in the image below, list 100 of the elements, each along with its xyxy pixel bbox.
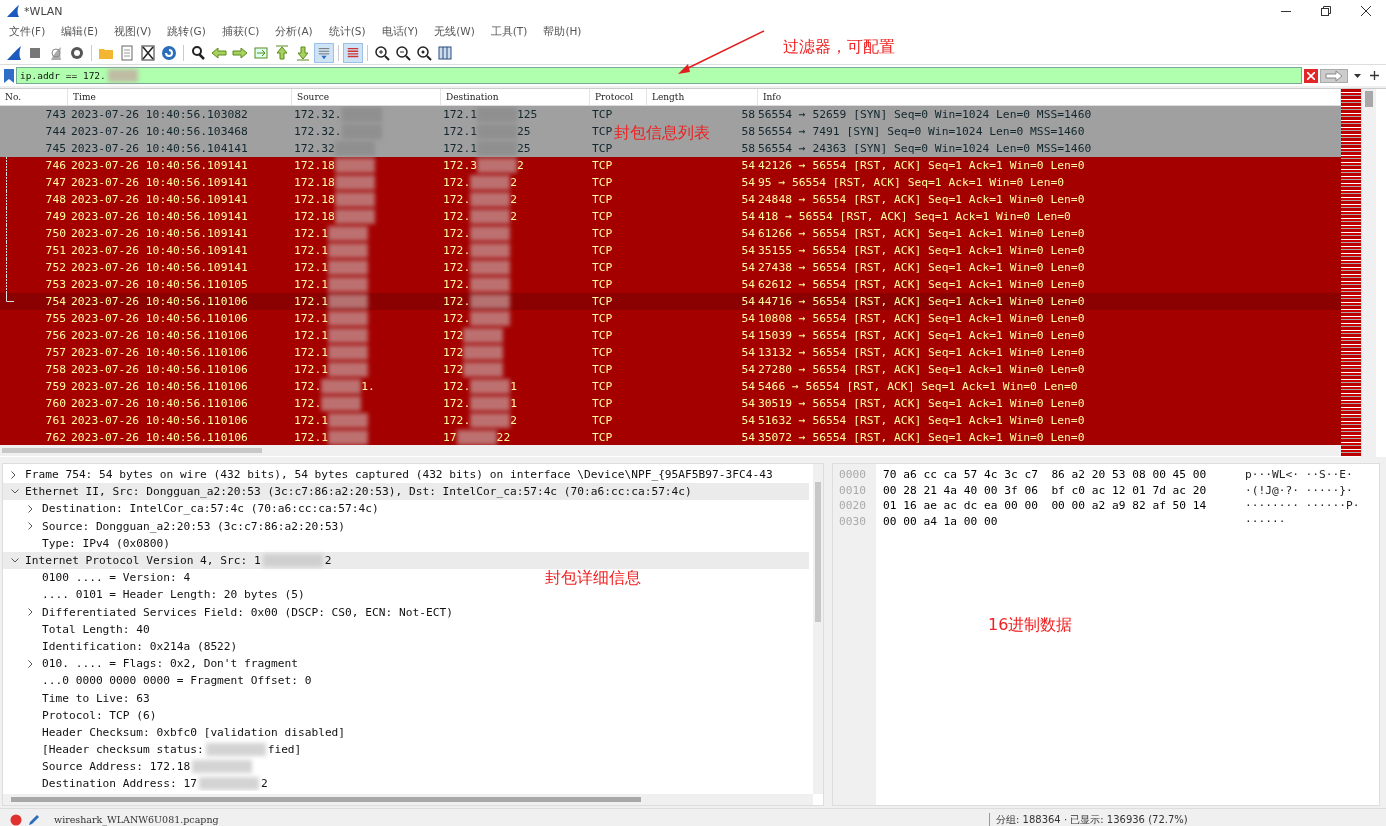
menu-item[interactable]: 工具(T) xyxy=(485,24,533,39)
edit-icon[interactable] xyxy=(28,813,40,826)
column-header[interactable]: Time xyxy=(68,89,292,105)
packet-row[interactable]: 743 2023-07-26 10:40:56.103082 172.32. 172.1 125 TCP 58 56554 → 52659 [SYN] Seq=0 Win=1024 Len=0 MSS=1460 xyxy=(0,106,1341,123)
detail-field[interactable]: Differentiated Services Field: 0x00 (DSCP: CS0, ECN: Not-ECT) xyxy=(42,605,453,619)
source-address: 172.32. xyxy=(294,124,342,140)
menu-item[interactable]: 跳转(G) xyxy=(162,24,211,39)
destination-address: 172. xyxy=(443,379,471,395)
packet-time: 2023-07-26 10:40:56.110106 xyxy=(70,345,249,361)
expanded-chevron-icon[interactable] xyxy=(11,558,19,564)
packet-row[interactable]: 761 2023-07-26 10:40:56.110106 172.1 172. 2 TCP 54 51632 → 56554 [RST, ACK] Seq=1 Ack=1 Win=0 Len=0 xyxy=(0,412,1341,429)
hex-bytes: 00 00 a4 1a 00 00 xyxy=(883,513,999,529)
detail-field[interactable]: Destination Address: 17 xyxy=(42,777,197,791)
collapsed-chevron-icon[interactable] xyxy=(28,522,33,531)
expanded-chevron-icon[interactable] xyxy=(11,489,19,495)
vertical-scrollbar[interactable] xyxy=(813,464,823,794)
detail-field[interactable]: Time to Live: 63 xyxy=(42,691,150,705)
packet-row[interactable]: 746 2023-07-26 10:40:56.109141 172.18 172.3 2 TCP 54 42126 → 56554 [RST, ACK] Seq=1 Ack=1 Win=0 Len=0 xyxy=(0,157,1341,174)
detail-field[interactable]: Frame 754: 54 bytes on wire (432 bits), 54 bytes captured (432 bits) on interface \Device\NPF_{95AF5B97-3FC4-43 xyxy=(25,468,773,482)
length-cell-text: 54 xyxy=(741,277,755,293)
info-cell-text: 10808 → 56554 [RST, ACK] Seq=1 Ack=1 Win=0 Len=0 xyxy=(758,311,1086,327)
capture-status-icon[interactable] xyxy=(10,813,22,826)
detail-field[interactable]: Type: IPv4 (0x0800) xyxy=(42,536,170,550)
hex-bytes: 70 a6 cc ca 57 4c 3c c7 86 a2 20 53 08 00 45 00 xyxy=(883,467,1208,483)
packet-row[interactable]: 757 2023-07-26 10:40:56.110106 172.1 172 TCP 54 13132 → 56554 [RST, ACK] Seq=1 Ack=1 Win=0 Len=0 xyxy=(0,344,1341,361)
packet-row[interactable]: 749 2023-07-26 10:40:56.109141 172.18 172. 2 TCP 54 418 → 56554 [RST, ACK] Seq=1 Ack=1 Win=0 Len=0 xyxy=(0,208,1341,225)
bookmark-icon[interactable] xyxy=(4,68,14,83)
menu-item[interactable]: 分析(A) xyxy=(270,24,318,39)
source-address: 172.1 xyxy=(294,243,328,259)
protocol-cell: TCP xyxy=(592,346,613,359)
detail-field[interactable]: Protocol: TCP (6) xyxy=(42,708,157,722)
destination-address: 172. xyxy=(443,175,471,191)
detail-field[interactable]: Source: Dongguan_a2:20:53 (3c:c7:86:a2:20:53) xyxy=(42,519,346,533)
horizontal-scrollbar[interactable] xyxy=(0,445,1341,456)
packet-time: 2023-07-26 10:40:56.110106 xyxy=(70,379,249,395)
menu-item[interactable]: 视图(V) xyxy=(109,24,157,39)
packet-row[interactable]: 745 2023-07-26 10:40:56.104141 172.32 172.1 25 TCP 58 56554 → 24363 [SYN] Seq=0 Win=1024 Len=0 MSS=1460 xyxy=(0,140,1341,157)
length-cell-text: 54 xyxy=(741,260,755,276)
collapsed-chevron-icon[interactable] xyxy=(28,608,33,617)
horizontal-scrollbar[interactable] xyxy=(3,794,813,805)
length-cell-text: 54 xyxy=(741,192,755,208)
menu-item[interactable]: 编辑(E) xyxy=(56,24,104,39)
ascii-bytes: ········ ······P· xyxy=(1245,498,1360,514)
packet-row[interactable]: 756 2023-07-26 10:40:56.110106 172.1 172 TCP 54 15039 → 56554 [RST, ACK] Seq=1 Ack=1 Win=0 Len=0 xyxy=(0,327,1341,344)
collapsed-chevron-icon[interactable] xyxy=(11,470,16,479)
detail-field[interactable]: Identification: 0x214a (8522) xyxy=(42,639,238,653)
packet-row[interactable]: 755 2023-07-26 10:40:56.110106 172.1 172. TCP 54 10808 → 56554 [RST, ACK] Seq=1 Ack=1 Win=0 Len=0 xyxy=(0,310,1341,327)
menu-item[interactable]: 电话(Y) xyxy=(376,24,424,39)
close-file-icon[interactable] xyxy=(138,42,158,63)
menu-item[interactable]: 捕获(C) xyxy=(216,24,265,39)
packet-row[interactable]: 747 2023-07-26 10:40:56.109141 172.18 172. 2 TCP 54 95 → 56554 [RST, ACK] Seq=1 Ack=1 Win=0 Len=0 xyxy=(0,174,1341,191)
clear-filter-button[interactable] xyxy=(1304,68,1318,83)
protocol-cell: TCP xyxy=(592,278,613,291)
detail-field[interactable]: Internet Protocol Version 4, Src: 1 xyxy=(25,554,261,568)
packet-row[interactable]: 750 2023-07-26 10:40:56.109141 172.1 172. TCP 54 61266 → 56554 [RST, ACK] Seq=1 Ack=1 Win=0 Len=0 xyxy=(0,225,1341,242)
detail-field[interactable]: 2 xyxy=(324,554,332,568)
detail-field[interactable]: 010. .... = Flags: 0x2, Don't fragment xyxy=(42,657,298,671)
colorize-icon[interactable] xyxy=(343,42,363,63)
length-cell-text: 54 xyxy=(741,362,755,378)
menu-item[interactable]: 文件(F) xyxy=(4,24,51,39)
detail-field[interactable]: [Header checksum status: xyxy=(42,743,204,757)
packet-row[interactable]: 748 2023-07-26 10:40:56.109141 172.18 172. 2 TCP 54 24848 → 56554 [RST, ACK] Seq=1 Ack=1 Win=0 Len=0 xyxy=(0,191,1341,208)
packet-minimap[interactable] xyxy=(1341,89,1361,457)
column-header[interactable]: Length xyxy=(647,89,758,105)
detail-field[interactable]: Destination: IntelCor_ca:57:4c (70:a6:cc:ca:57:4c) xyxy=(42,502,379,516)
menu-item[interactable]: 统计(S) xyxy=(323,24,371,39)
detail-field[interactable]: 2 xyxy=(260,777,268,791)
packet-row[interactable]: 751 2023-07-26 10:40:56.109141 172.1 172. TCP 54 35155 → 56554 [RST, ACK] Seq=1 Ack=1 Win=0 Len=0 xyxy=(0,242,1341,259)
menu-item[interactable]: 帮助(H) xyxy=(538,24,587,39)
detail-field[interactable]: Source Address: 172.18 xyxy=(42,760,191,774)
packet-row[interactable]: 759 2023-07-26 10:40:56.110106 172. 1. 172. 1 TCP 54 5466 → 56554 [RST, ACK] Seq=1 Ack=1 Win=0 Len=0 xyxy=(0,378,1341,395)
column-header[interactable]: Protocol xyxy=(590,89,647,105)
menu-item[interactable]: 无线(W) xyxy=(429,24,480,39)
collapsed-chevron-icon[interactable] xyxy=(28,659,33,668)
packet-row[interactable]: 752 2023-07-26 10:40:56.109141 172.1 172. TCP 54 27438 → 56554 [RST, ACK] Seq=1 Ack=1 Win=0 Len=0 xyxy=(0,259,1341,276)
vertical-scrollbar[interactable] xyxy=(1361,89,1376,457)
detail-field[interactable]: 0100 .... = Version: 4 xyxy=(42,571,191,585)
packet-row[interactable]: 758 2023-07-26 10:40:56.110106 172.1 172 TCP 54 27280 → 56554 [RST, ACK] Seq=1 Ack=1 Win=0 Len=0 xyxy=(0,361,1341,378)
packet-row[interactable]: 762 2023-07-26 10:40:56.110106 172.1 17 22 TCP 54 35072 → 56554 [RST, ACK] Seq=1 Ack=1 Win=0 Len=0 xyxy=(0,429,1341,445)
protocol-cell: TCP xyxy=(592,125,613,138)
column-header[interactable]: No. xyxy=(0,89,68,105)
autoscroll-icon[interactable] xyxy=(314,42,334,63)
column-header[interactable]: Destination xyxy=(441,89,590,105)
column-header[interactable]: Source xyxy=(292,89,441,105)
info-cell-text: 27280 → 56554 [RST, ACK] Seq=1 Ack=1 Win=0 Len=0 xyxy=(758,362,1086,378)
detail-field[interactable]: .... 0101 = Header Length: 20 bytes (5) xyxy=(42,588,305,602)
detail-field[interactable]: fied] xyxy=(267,743,302,757)
blurred-redaction xyxy=(328,243,368,258)
destination-address: 172. xyxy=(443,192,471,208)
packet-row[interactable]: 754 2023-07-26 10:40:56.110106 172.1 172. TCP 54 44716 → 56554 [RST, ACK] Seq=1 Ack=1 Win=0 Len=0 xyxy=(0,293,1341,310)
packet-time: 2023-07-26 10:40:56.110105 xyxy=(70,277,249,293)
packet-row[interactable]: 760 2023-07-26 10:40:56.110106 172. 172. 1 TCP 54 30519 → 56554 [RST, ACK] Seq=1 Ack=1 Win=0 Len=0 xyxy=(0,395,1341,412)
collapsed-chevron-icon[interactable] xyxy=(28,504,33,513)
display-filter-field[interactable]: ip.addr == 172. xyxy=(16,67,1302,84)
detail-field[interactable]: Total Length: 40 xyxy=(42,622,150,636)
detail-field[interactable]: Header Checksum: 0xbfc0 [validation disabled] xyxy=(42,725,346,739)
blurred-redaction xyxy=(328,226,368,241)
packet-number: 755 xyxy=(45,311,66,327)
packet-row[interactable]: 753 2023-07-26 10:40:56.110105 172.1 172. TCP 54 62612 → 56554 [RST, ACK] Seq=1 Ack=1 Win=0 Len=0 xyxy=(0,276,1341,293)
detail-field[interactable]: ...0 0000 0000 0000 = Fragment Offset: 0 xyxy=(42,674,312,688)
